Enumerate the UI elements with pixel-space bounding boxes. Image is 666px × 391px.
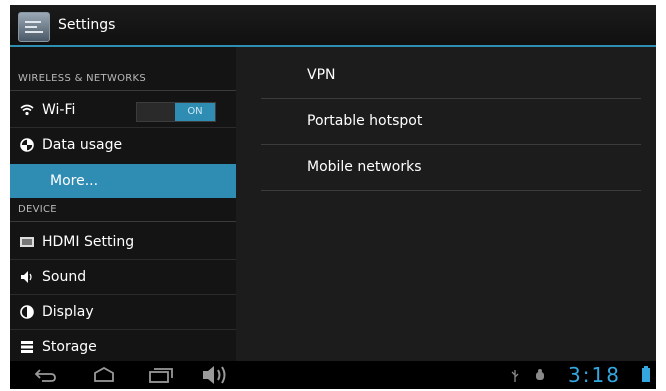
sidebar-item-label: Sound: [42, 269, 87, 285]
list-item-label: Portable hotspot: [307, 113, 423, 129]
settings-screen: Settings WIRELESS & NETWORKS Wi-Fi ON Da…: [10, 5, 656, 389]
settings-sidebar: WIRELESS & NETWORKS Wi-Fi ON Data usage …: [10, 47, 236, 361]
wifi-icon: [20, 103, 34, 117]
action-bar: Settings: [10, 5, 656, 47]
sidebar-item-label: Storage: [42, 339, 97, 355]
clock: 3:18: [568, 363, 621, 387]
recent-apps-icon[interactable]: [148, 367, 174, 383]
sidebar-item-more[interactable]: More...: [10, 164, 236, 198]
sidebar-item-storage[interactable]: Storage: [10, 330, 236, 364]
sidebar-item-hdmi[interactable]: HDMI Setting: [10, 225, 236, 259]
storage-icon: [20, 340, 34, 354]
data-usage-icon: [20, 138, 34, 152]
wifi-toggle[interactable]: ON: [136, 102, 216, 122]
list-item-label: Mobile networks: [307, 159, 422, 175]
detail-panel: VPN Portable hotspot Mobile networks: [236, 47, 656, 361]
sidebar-item-label: Display: [42, 304, 94, 320]
list-item-vpn[interactable]: VPN: [261, 53, 641, 99]
app-title: Settings: [58, 17, 116, 33]
list-item-mobile-networks[interactable]: Mobile networks: [261, 145, 641, 191]
list-item-portable-hotspot[interactable]: Portable hotspot: [261, 99, 641, 145]
system-bar: 3:18: [10, 361, 656, 389]
sidebar-item-sound[interactable]: Sound: [10, 260, 236, 294]
home-icon[interactable]: [92, 366, 116, 383]
sidebar-item-label: Wi-Fi: [42, 102, 76, 118]
settings-app-icon[interactable]: [18, 12, 50, 42]
sidebar-item-display[interactable]: Display: [10, 295, 236, 329]
section-header-wireless: WIRELESS & NETWORKS: [10, 67, 236, 91]
debug-icon: [534, 367, 546, 383]
usb-icon: [510, 368, 520, 384]
speaker-icon: [20, 270, 34, 284]
sidebar-item-wifi[interactable]: Wi-Fi ON: [10, 93, 236, 127]
sidebar-item-label: HDMI Setting: [42, 234, 135, 250]
volume-icon[interactable]: [202, 364, 232, 384]
sidebar-item-label: More...: [50, 173, 99, 189]
toggle-on-label: ON: [175, 103, 215, 121]
display-icon: [20, 305, 34, 319]
sidebar-item-data-usage[interactable]: Data usage: [10, 128, 236, 162]
hdmi-icon: [20, 235, 34, 249]
sidebar-item-label: Data usage: [42, 137, 123, 153]
list-item-label: VPN: [307, 67, 336, 83]
section-header-device: DEVICE: [10, 198, 236, 222]
back-icon[interactable]: [34, 367, 58, 383]
battery-icon: [642, 366, 650, 382]
